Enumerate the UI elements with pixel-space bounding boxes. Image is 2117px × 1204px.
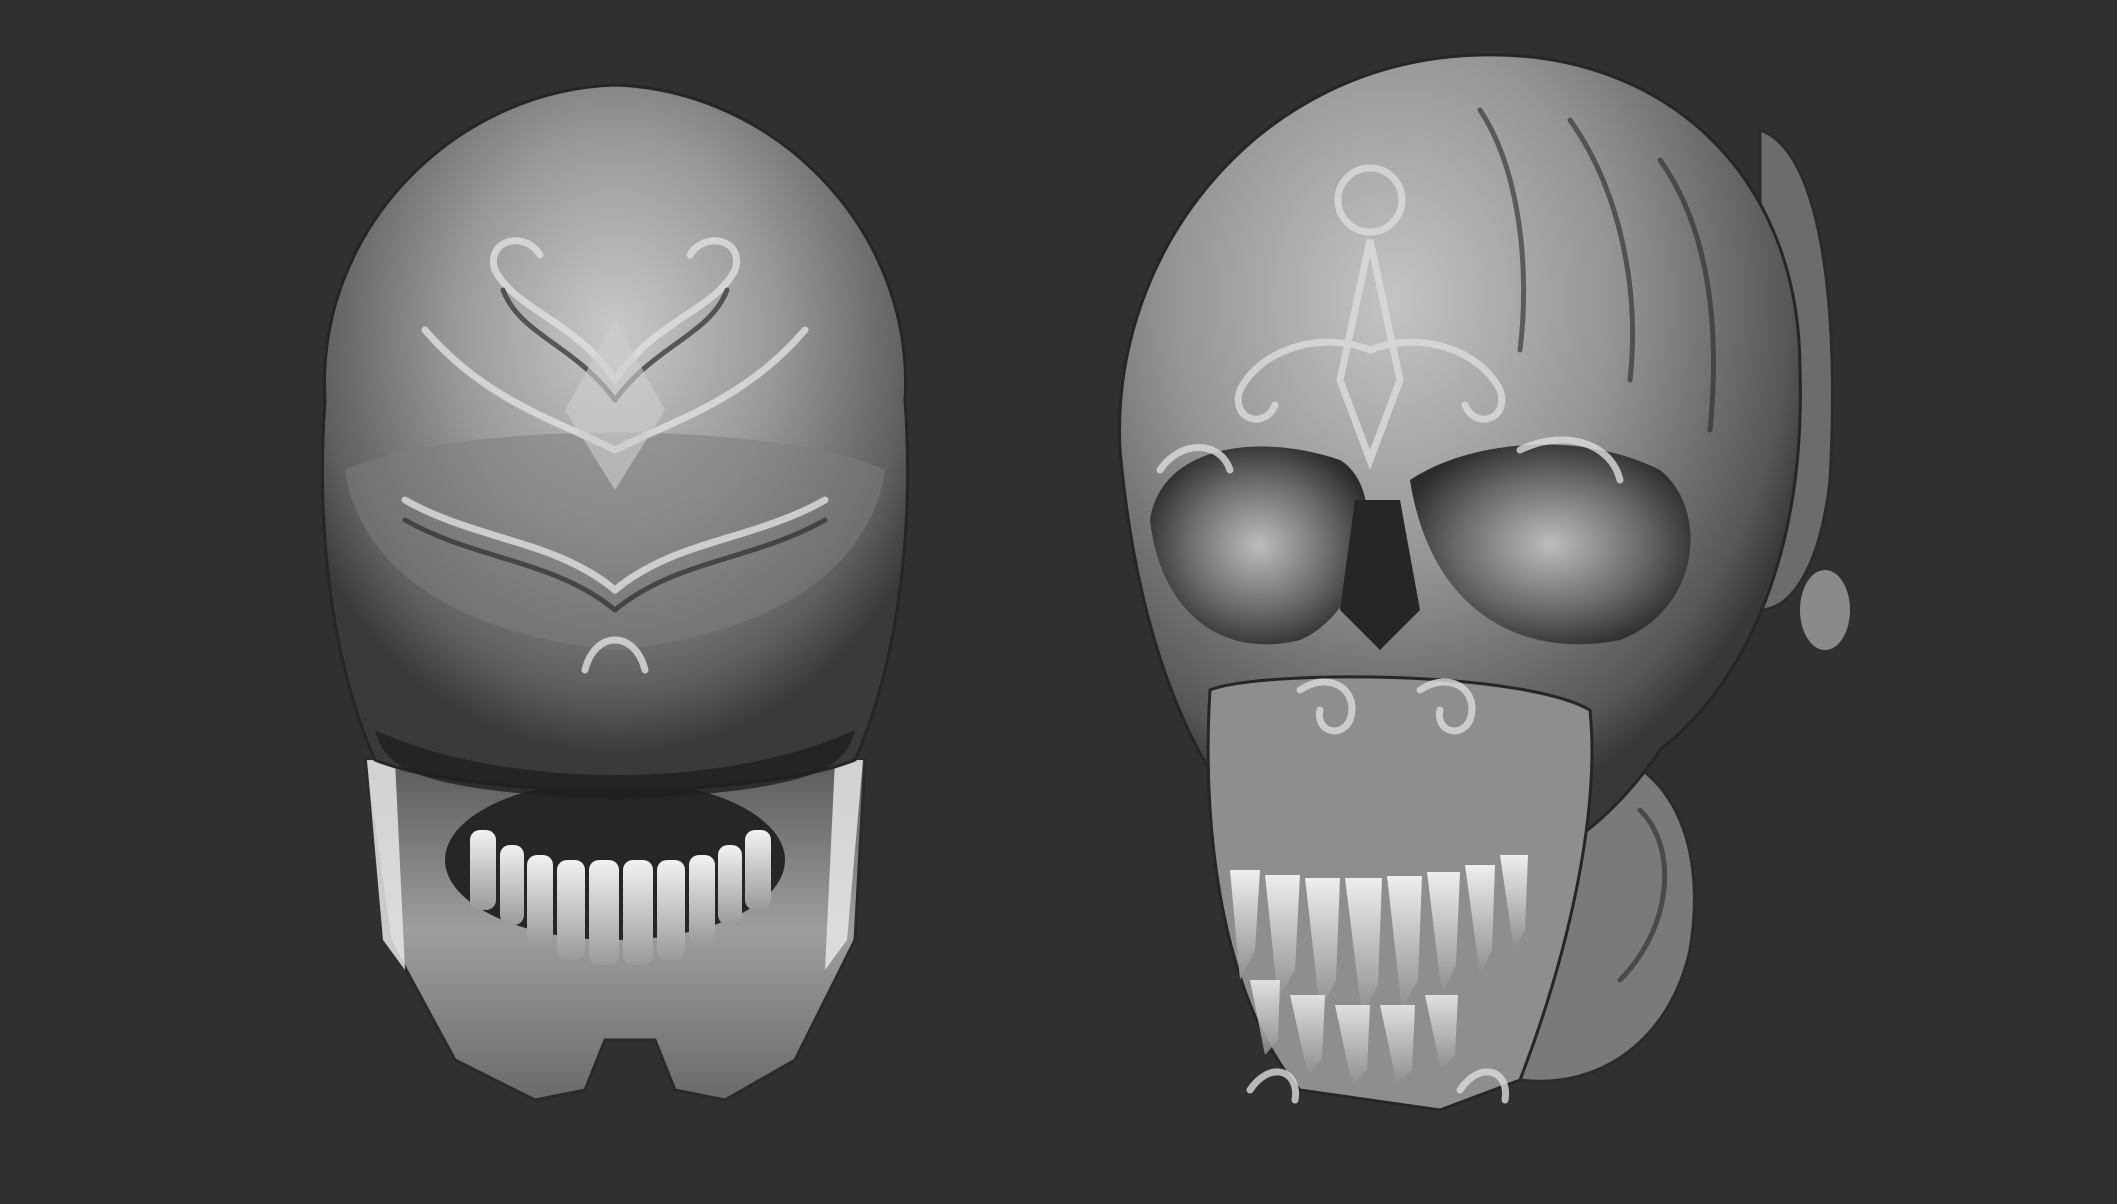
sculpt-viewport[interactable]	[0, 0, 2117, 1204]
skull-top-view-sculpt	[320, 83, 910, 1102]
skull-front-view-sculpt	[1118, 53, 1850, 1112]
skull-top-view	[255, 70, 965, 1110]
skull-front-three-quarter-view	[1100, 50, 1870, 1150]
